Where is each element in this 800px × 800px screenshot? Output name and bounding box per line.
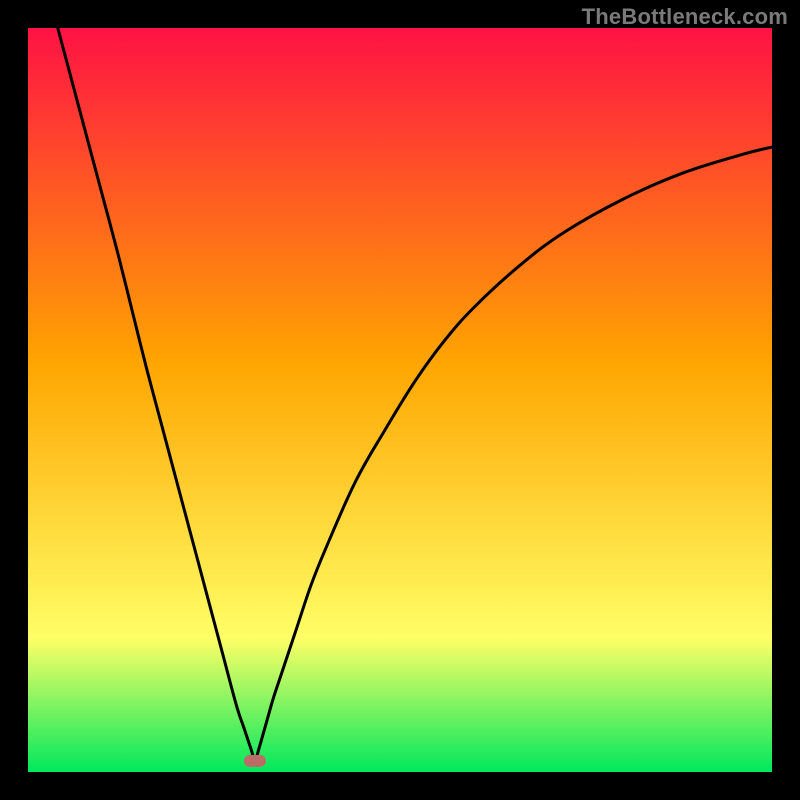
min-marker <box>244 755 266 767</box>
plot-background <box>28 28 772 772</box>
chart-svg <box>0 0 800 800</box>
watermark-text: TheBottleneck.com <box>582 4 788 30</box>
chart-frame: TheBottleneck.com <box>0 0 800 800</box>
